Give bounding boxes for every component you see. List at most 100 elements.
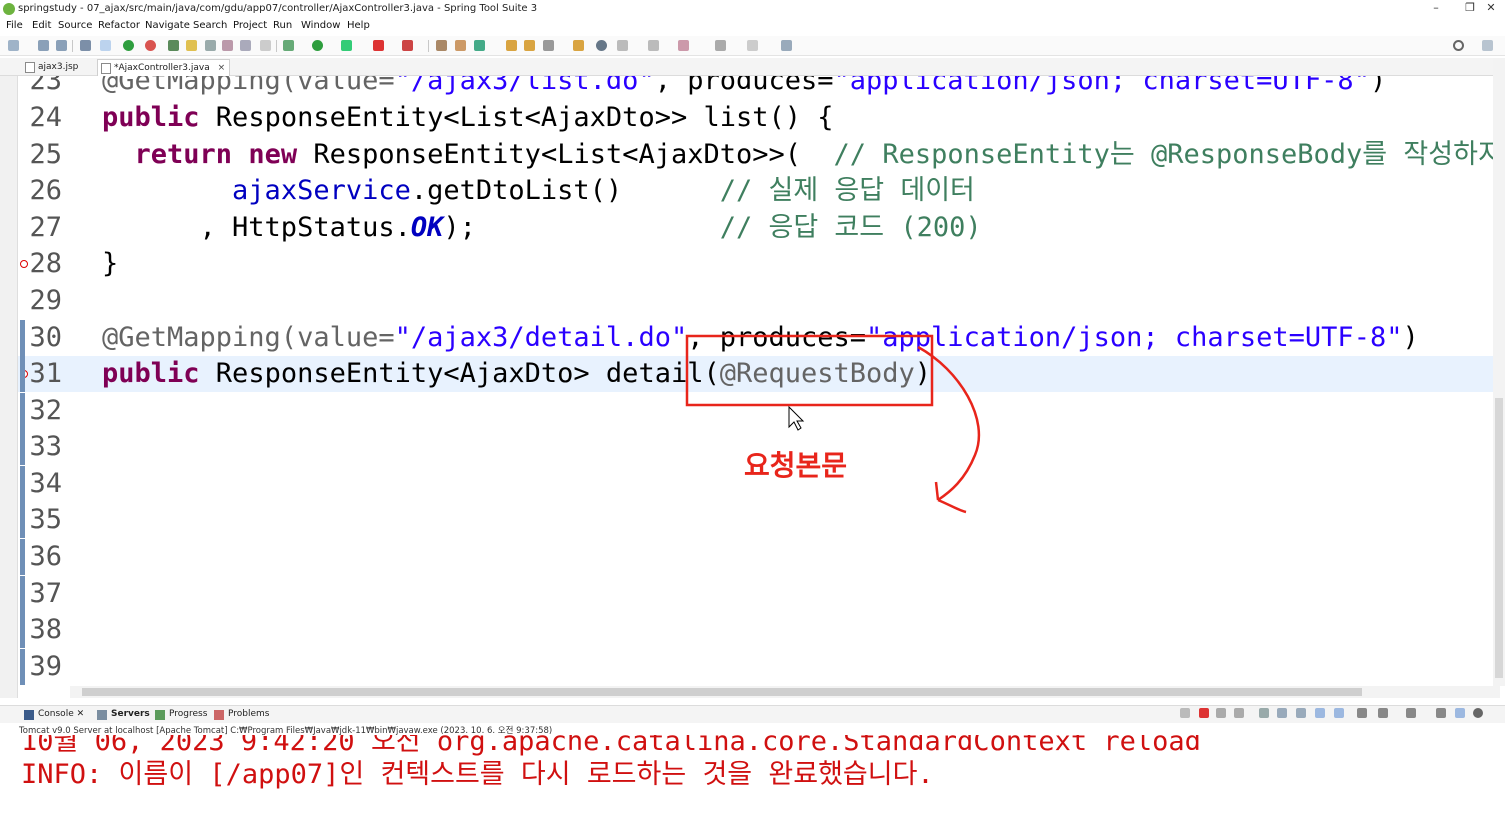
forward-icon[interactable]: [747, 40, 758, 51]
menu-edit[interactable]: Edit: [32, 20, 51, 31]
toolbar-separator: [428, 40, 429, 52]
close-tab-icon[interactable]: ×: [218, 63, 226, 73]
jsp-file-icon: [25, 62, 35, 73]
line-number: 39: [29, 651, 62, 682]
stop-icon[interactable]: [373, 40, 384, 51]
globe-icon[interactable]: [596, 40, 607, 51]
terminal-icon[interactable]: [80, 40, 91, 51]
new-java-project-icon[interactable]: [436, 40, 447, 51]
code-editor[interactable]: 23 @GetMapping(value="/ajax3/list.do", p…: [18, 76, 1493, 685]
toolbar-separator: [276, 40, 277, 52]
search-toolbar-icon[interactable]: [543, 40, 554, 51]
save-icon[interactable]: [38, 40, 49, 51]
left-trim-bar: [0, 58, 18, 698]
line-number: 26: [29, 175, 62, 206]
code-line: 39: [18, 649, 1493, 685]
menu-refactor[interactable]: Refactor: [98, 20, 140, 31]
menu-source[interactable]: Source: [58, 20, 92, 31]
previous-annotation-icon[interactable]: [648, 40, 659, 51]
toggle-mark-icon[interactable]: [100, 40, 111, 51]
editor-tab-bar: ajax3.jsp *AjaxController3.java ×: [0, 58, 1505, 76]
code-line: 36: [18, 539, 1493, 575]
highlight-icon[interactable]: [186, 40, 197, 51]
pin-editor-icon[interactable]: [781, 40, 792, 51]
line-number: 24: [29, 102, 62, 133]
menu-help[interactable]: Help: [347, 20, 370, 31]
code-text: ajaxService.getDtoList() // 실제 응답 데이터: [232, 175, 975, 206]
menu-navigate[interactable]: Navigate: [145, 20, 190, 31]
tab-ajax3-jsp[interactable]: ajax3.jsp: [22, 59, 82, 76]
tab-progress[interactable]: Progress: [155, 709, 207, 720]
remove-launch-icon[interactable]: [1216, 708, 1226, 718]
code-text: }: [102, 248, 119, 279]
menu-run[interactable]: Run: [273, 20, 292, 31]
menu-project[interactable]: Project: [233, 20, 267, 31]
line-number: 30: [29, 322, 62, 353]
line-number: 38: [29, 614, 62, 645]
tab-problems[interactable]: Problems: [214, 709, 269, 720]
show-whitespace-icon[interactable]: [240, 40, 251, 51]
block-icon[interactable]: [222, 40, 233, 51]
code-line: 27 , HttpStatus.OK); // 응답 코드 (200): [18, 210, 1493, 246]
menu-window[interactable]: Window: [301, 20, 340, 31]
pilcrow-icon[interactable]: [260, 40, 271, 51]
scroll-thumb[interactable]: [1495, 398, 1503, 678]
code-line: 32: [18, 393, 1493, 429]
open-folder-icon[interactable]: [573, 40, 584, 51]
spring-icon[interactable]: [168, 40, 179, 51]
server-icon[interactable]: [402, 40, 413, 51]
close-button[interactable]: ✕: [1476, 1, 1505, 17]
show-on-error-icon[interactable]: [1334, 708, 1344, 718]
last-edit-icon[interactable]: [678, 40, 689, 51]
new-icon[interactable]: [8, 40, 19, 51]
clear-console-icon[interactable]: [1259, 708, 1269, 718]
display-console-icon[interactable]: [1378, 708, 1388, 718]
open-task-icon[interactable]: [524, 40, 535, 51]
next-annotation-icon[interactable]: [617, 40, 628, 51]
back-icon[interactable]: [715, 40, 726, 51]
code-line: 29: [18, 283, 1493, 319]
pin-icon[interactable]: [1357, 708, 1367, 718]
tab-label: Servers: [111, 709, 150, 719]
spring-tool-suite-icon: [3, 3, 15, 15]
new-class-icon[interactable]: [474, 40, 485, 51]
external-tools-icon[interactable]: [341, 40, 352, 51]
code-text: , HttpStatus.OK); // 응답 코드 (200): [102, 212, 982, 243]
word-wrap-icon[interactable]: [1296, 708, 1306, 718]
code-line: 35: [18, 502, 1493, 538]
new-package-icon[interactable]: [455, 40, 466, 51]
minimize-panel-icon[interactable]: [1436, 708, 1446, 718]
scroll-lock-icon[interactable]: [1277, 708, 1287, 718]
search-icon[interactable]: [1453, 40, 1464, 51]
vertical-scrollbar[interactable]: [1493, 58, 1505, 686]
code-text: return new ResponseEntity<List<AjaxDto>>…: [134, 139, 1493, 170]
code-line-current: 31 public ResponseEntity<AjaxDto> detail…: [18, 356, 1493, 392]
minimize-button[interactable]: –: [1421, 1, 1451, 17]
gear-icon[interactable]: [1473, 708, 1483, 718]
horizontal-scrollbar[interactable]: [70, 686, 1500, 698]
show-on-output-icon[interactable]: [1315, 708, 1325, 718]
tab-ajaxcontroller3-java[interactable]: *AjaxController3.java ×: [97, 59, 231, 76]
terminate-icon[interactable]: [1199, 708, 1209, 718]
perspective-icon[interactable]: [1482, 40, 1493, 51]
open-type-icon[interactable]: [506, 40, 517, 51]
format-icon[interactable]: [205, 40, 216, 51]
debug-icon[interactable]: [283, 40, 294, 51]
run-icon[interactable]: [312, 40, 323, 51]
save-all-icon[interactable]: [56, 40, 67, 51]
remove-all-icon[interactable]: [1234, 708, 1244, 718]
scroll-thumb[interactable]: [82, 688, 1362, 696]
refresh-icon[interactable]: [145, 40, 156, 51]
tab-servers[interactable]: Servers: [97, 709, 150, 720]
open-console-icon[interactable]: [1406, 708, 1416, 718]
code-text: @GetMapping(value="/ajax3/detail.do", pr…: [102, 322, 1419, 353]
menu-file[interactable]: File: [6, 20, 23, 31]
console-output[interactable]: 10월 06, 2023 9:42:20 오전 org.apache.catal…: [0, 735, 1505, 824]
tab-console[interactable]: Console ✕: [24, 709, 84, 720]
pin-console-icon[interactable]: [1180, 708, 1190, 718]
maximize-panel-icon[interactable]: [1455, 708, 1465, 718]
code-text: public ResponseEntity<List<AjaxDto>> lis…: [102, 102, 834, 133]
run-spring-icon[interactable]: [123, 40, 134, 51]
java-file-icon: [101, 63, 111, 74]
menu-search[interactable]: Search: [193, 20, 227, 31]
